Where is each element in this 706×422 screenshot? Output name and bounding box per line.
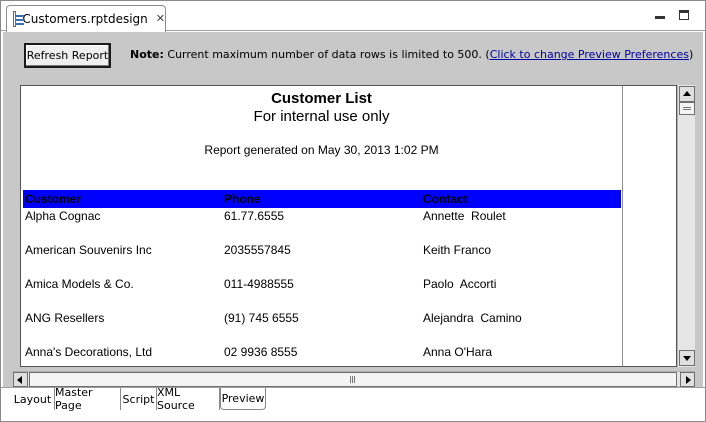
minimize-icon[interactable] (655, 10, 665, 20)
table-row: American Souvenirs Inc 2035557845 Keith … (23, 243, 621, 261)
report-page-edge (622, 86, 623, 366)
phone-cell: 61.77.6555 (224, 209, 285, 223)
scroll-right-icon[interactable] (680, 372, 695, 387)
scroll-left-icon[interactable] (13, 372, 28, 387)
scroll-up-icon[interactable] (679, 86, 695, 102)
customer-cell: Amica Models & Co. (25, 277, 134, 291)
scroll-down-icon[interactable] (679, 350, 695, 366)
window-controls (655, 10, 689, 20)
editor-tab-customers[interactable]: Customers.rptdesign ✕ (6, 5, 166, 32)
note-label: Note: (130, 48, 164, 61)
report-subtitle: For internal use only (253, 108, 390, 125)
contact-cell: Keith Franco (423, 243, 492, 257)
customer-cell: Anna's Decorations, Ltd (25, 345, 153, 359)
tab-layout[interactable]: Layout (11, 388, 55, 410)
tab-script[interactable]: Script (121, 388, 157, 410)
refresh-report-button[interactable]: Refresh Report (24, 43, 111, 68)
phone-cell: 2035557845 (224, 243, 291, 257)
vertical-scroll-thumb[interactable] (679, 102, 695, 115)
editor-title-bar: Customers.rptdesign ✕ (1, 1, 705, 32)
table-row: Anna's Decorations, Ltd 02 9936 8555 Ann… (23, 345, 621, 363)
report-file-icon (13, 11, 26, 27)
horizontal-scrollbar[interactable] (13, 371, 695, 387)
close-icon[interactable]: ✕ (156, 13, 165, 25)
customer-cell: ANG Resellers (25, 311, 105, 325)
phone-cell: 011-4988555 (224, 277, 294, 291)
note-text: Current maximum number of data rows is l… (163, 48, 490, 61)
customer-cell: American Souvenirs Inc (25, 243, 152, 257)
editor-window: Customers.rptdesign ✕ Refresh Report Not… (0, 0, 706, 422)
contact-cell: Paolo Accorti (423, 277, 497, 291)
table-header-row: Customer Phone Contact (23, 190, 621, 208)
column-header-phone: Phone (224, 192, 261, 206)
row-limit-note: Note: Current maximum number of data row… (130, 48, 693, 61)
contact-cell: Annette Roulet (423, 209, 506, 223)
preview-panel: Refresh Report Note: Current maximum num… (3, 32, 703, 387)
note-end: ) (688, 48, 694, 61)
contact-cell: Alejandra Camino (423, 311, 522, 325)
report-title: Customer List (271, 90, 372, 107)
table-row: Alpha Cognac 61.77.6555 Annette Roulet (23, 209, 621, 227)
editor-tab-label: Customers.rptdesign (22, 12, 148, 26)
contact-cell: Anna O'Hara (423, 345, 492, 359)
column-header-contact: Contact (423, 192, 468, 206)
phone-cell: (91) 745 6555 (224, 311, 299, 325)
editor-page-tabs: Layout Master Page Script XML Source Pre… (1, 386, 705, 412)
customer-cell: Alpha Cognac (25, 209, 101, 223)
tab-xml-source[interactable]: XML Source (157, 386, 220, 412)
vertical-scrollbar[interactable] (677, 85, 695, 367)
column-header-customer: Customer (25, 192, 82, 206)
report-generated-date: Report generated on May 30, 2013 1:02 PM (204, 143, 439, 157)
horizontal-scroll-thumb[interactable] (29, 372, 677, 387)
phone-cell: 02 9936 8555 (224, 345, 298, 359)
table-row: Amica Models & Co. 011-4988555 Paolo Acc… (23, 277, 621, 295)
tab-preview[interactable]: Preview (220, 388, 266, 410)
tab-master-page[interactable]: Master Page (55, 386, 121, 412)
preview-preferences-link[interactable]: Click to change Preview Preferences (490, 48, 689, 61)
table-row: ANG Resellers (91) 745 6555 Alejandra Ca… (23, 311, 621, 329)
report-viewport: Customer List For internal use only Repo… (20, 85, 677, 367)
maximize-icon[interactable] (679, 10, 689, 20)
